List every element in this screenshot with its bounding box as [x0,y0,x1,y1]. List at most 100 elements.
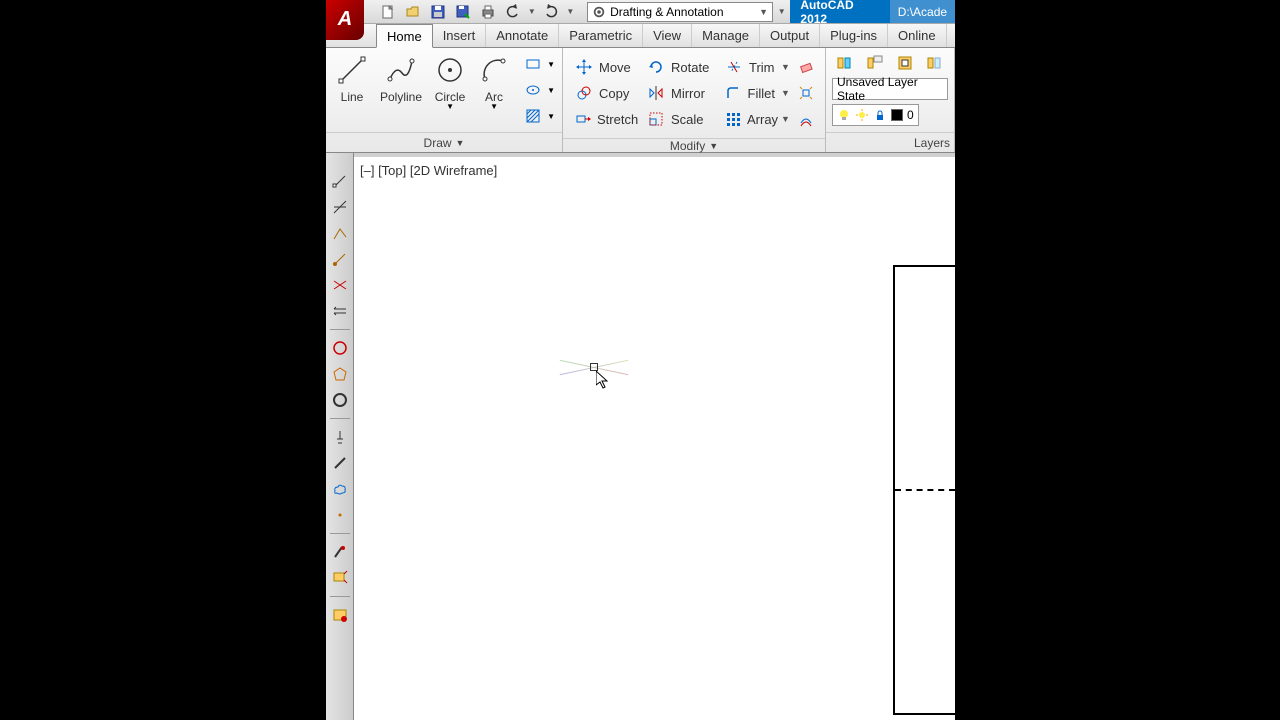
drawing-object[interactable] [893,265,955,715]
trim-dropdown[interactable]: ▼ [781,62,793,72]
tool-donut-icon[interactable] [330,390,350,410]
ribbon-tabs: Home Insert Annotate Parametric View Man… [326,24,955,48]
chevron-down-icon[interactable]: ▼ [546,52,556,76]
rotate-button[interactable]: Rotate [641,56,719,78]
copy-icon [575,84,593,102]
chevron-down-icon[interactable]: ▼ [546,78,556,102]
tool-line-icon[interactable] [330,171,350,191]
layer-isolate-button[interactable] [892,51,918,75]
erase-button[interactable] [793,59,819,75]
application-window: A ▼ ▼ Drafting & A [326,0,955,720]
panel-title-modify[interactable]: Modify▼ [563,138,825,153]
trim-button[interactable]: Trim [719,56,781,78]
fillet-icon [725,84,742,102]
tool-ray-icon[interactable] [330,249,350,269]
tool-polyline-icon[interactable] [330,223,350,243]
tab-annotate[interactable]: Annotate [486,24,559,47]
panel-title-layers[interactable]: Layers [826,132,954,152]
tab-output[interactable]: Output [760,24,820,47]
qat-redo-icon[interactable] [541,2,562,22]
tab-parametric[interactable]: Parametric [559,24,643,47]
scale-icon [647,110,665,128]
chevron-down-icon: ▼ [446,102,454,111]
tool-multiline-icon[interactable] [330,301,350,321]
scale-button[interactable]: Scale [641,108,719,130]
qat-open-icon[interactable] [402,2,423,22]
qat-save-icon[interactable] [427,2,448,22]
chevron-down-icon: ▼ [759,7,768,17]
tool-polygon-icon[interactable] [330,364,350,384]
trim-icon [725,58,743,76]
tool-region-icon[interactable] [330,568,350,588]
offset-button[interactable] [793,111,819,127]
move-button[interactable]: Move [569,56,641,78]
chevron-down-icon[interactable]: ▼ [546,104,556,128]
array-dropdown[interactable]: ▼ [781,114,793,124]
panel-layers: Unsaved Layer State 0 Layers [826,48,955,152]
drawing-canvas[interactable]: [–] [Top] [2D Wireframe] [354,157,955,720]
qat-undo-icon[interactable] [502,2,523,22]
tool-break-icon[interactable] [330,275,350,295]
tool-revision-cloud-icon[interactable] [330,479,350,499]
centerline [895,489,955,491]
tool-spline-icon[interactable] [330,427,350,447]
workspace-flyout-icon[interactable]: ▼ [775,2,788,22]
app-logo[interactable]: A [326,0,364,40]
chevron-down-icon: ▼ [490,102,498,111]
tab-manage[interactable]: Manage [692,24,760,47]
layer-states-button[interactable] [862,51,888,75]
qat-undo-dropdown-icon[interactable]: ▼ [527,2,537,22]
tool-point-icon[interactable] [330,505,350,525]
qat-redo-dropdown-icon[interactable]: ▼ [566,2,576,22]
tool-circle-icon[interactable] [330,338,350,358]
workspace-selector[interactable]: Drafting & Annotation ▼ [587,2,773,22]
tab-insert[interactable]: Insert [433,24,487,47]
polyline-button[interactable]: Polyline [374,52,428,106]
mirror-icon [647,84,665,102]
gear-icon [592,5,606,19]
panel-modify: Move Rotate Trim ▼ Copy Mirror Fillet ▼ [563,48,826,152]
tool-line2-icon[interactable] [330,453,350,473]
separator [330,533,350,534]
bulb-icon [837,108,851,122]
tool-table-icon[interactable] [330,605,350,625]
sun-icon [855,108,869,122]
tool-hatch-icon[interactable] [330,542,350,562]
layer-current-field[interactable]: 0 [832,104,919,126]
circle-button[interactable]: Circle ▼ [428,52,472,113]
separator [330,418,350,419]
explode-button[interactable] [793,85,819,101]
stretch-icon [575,110,591,128]
fillet-dropdown[interactable]: ▼ [781,88,793,98]
fillet-button[interactable]: Fillet [719,82,781,104]
qat-new-icon[interactable] [377,2,398,22]
layer-properties-button[interactable] [832,51,858,75]
array-button[interactable]: Array [719,108,781,130]
layer-freeze-button[interactable] [922,51,948,75]
tool-construction-line-icon[interactable] [330,197,350,217]
stretch-button[interactable]: Stretch [569,108,641,130]
mirror-button[interactable]: Mirror [641,82,719,104]
hatch-button[interactable] [520,104,546,128]
left-toolbar [326,153,354,720]
tab-view[interactable]: View [643,24,692,47]
viewport-label[interactable]: [–] [Top] [2D Wireframe] [360,163,497,178]
tab-online[interactable]: Online [888,24,947,47]
rotate-icon [647,58,665,76]
workspace-name: Drafting & Annotation [610,5,723,19]
qat-print-icon[interactable] [477,2,498,22]
qat-saveas-icon[interactable] [452,2,473,22]
layer-state-field[interactable]: Unsaved Layer State [832,78,948,100]
file-title: D:\Acade [890,0,955,23]
arc-icon [478,54,510,86]
line-button[interactable]: Line [330,52,374,106]
copy-button[interactable]: Copy [569,82,641,104]
arc-button[interactable]: Arc ▼ [472,52,516,113]
ellipse-button[interactable] [520,78,546,102]
tab-home[interactable]: Home [376,24,433,48]
rectangle-button[interactable] [520,52,546,76]
title-bar: A ▼ ▼ Drafting & A [326,0,955,24]
tab-plugins[interactable]: Plug-ins [820,24,888,47]
panel-title-draw[interactable]: Draw▼ [326,132,562,152]
separator [330,329,350,330]
